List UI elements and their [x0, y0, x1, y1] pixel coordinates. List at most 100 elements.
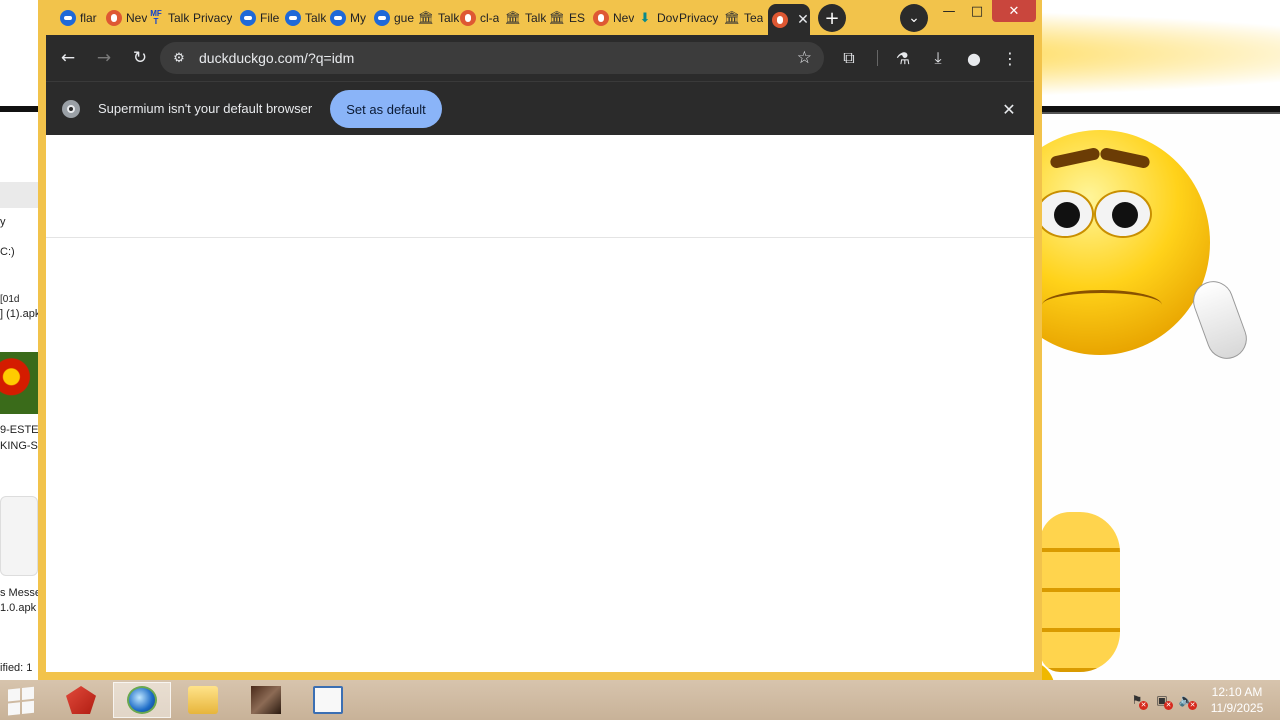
explorer-file-name[interactable]: 1.0.apk	[0, 602, 36, 614]
tab-title: ES	[569, 11, 586, 25]
download-icon: ⬇	[639, 10, 651, 26]
browser-tab[interactable]: File	[240, 6, 284, 30]
tab-title: File	[260, 11, 280, 25]
wallpaper-divider-thin	[1040, 112, 1280, 114]
taskbar-app-document[interactable]	[299, 682, 357, 718]
bookmark-star-icon[interactable]: ☆	[797, 48, 812, 68]
tab-title: Talk	[168, 11, 190, 25]
explorer-file-name[interactable]: 9-ESTEE	[0, 424, 39, 436]
browser-tab[interactable]: ⬇ Dov	[637, 6, 681, 30]
tab-title: gue	[394, 11, 415, 25]
tab-title: Nev	[613, 11, 635, 25]
new-tab-button[interactable]: +	[818, 4, 846, 32]
tab-title: Talk	[438, 11, 460, 25]
window-close-button[interactable]: ✕	[992, 0, 1036, 22]
browser-tab[interactable]: 🏛 Talk	[418, 6, 462, 30]
site-info-icon[interactable]: ⚙	[170, 49, 188, 67]
tab-search-button[interactable]: ⌄	[900, 4, 928, 32]
start-button[interactable]	[8, 686, 36, 716]
browser-tab[interactable]: Privacy	[679, 6, 723, 30]
default-browser-infobar: Supermium isn't your default browser Set…	[46, 81, 1034, 135]
emoji-brow	[1049, 146, 1101, 170]
wikipedia-icon: 🏛	[549, 10, 566, 26]
folder-icon	[188, 686, 218, 714]
tab-title: cl-a	[480, 11, 500, 25]
menu-icon[interactable]: ⋮	[996, 44, 1024, 72]
tab-close-icon[interactable]: ✕	[796, 11, 810, 28]
gear-app-icon	[66, 686, 96, 714]
tab-title: Talk	[525, 11, 547, 25]
browser-tab[interactable]: flar	[60, 6, 104, 30]
taskbar-app-file-explorer[interactable]	[174, 682, 232, 718]
explorer-drive-label[interactable]: C:)	[0, 246, 15, 258]
tab-title: Dov	[657, 11, 679, 25]
emoji-eye	[1036, 190, 1094, 238]
tab-title: Tea	[744, 11, 764, 25]
tab-title: Nev	[126, 11, 148, 25]
taskbar-app-gear[interactable]	[52, 682, 110, 718]
taskbar-clock[interactable]: 12:10 AM 11/9/2025	[1202, 684, 1272, 716]
browser-tab[interactable]: Nev	[106, 6, 150, 30]
tab-title: flar	[80, 11, 97, 25]
browser-tab[interactable]: 🏛 ES	[549, 6, 593, 30]
explorer-file-name[interactable]: KING-SU	[0, 440, 39, 452]
network-icon[interactable]: ▣ ✕	[1153, 692, 1173, 710]
duckduckgo-red-icon	[593, 10, 609, 26]
downloads-icon[interactable]: ⤓	[924, 44, 952, 72]
browser-tab[interactable]: Privacy	[193, 6, 237, 30]
taskbar-app-photo[interactable]	[237, 682, 295, 718]
explorer-text: [01d	[0, 294, 20, 305]
duckduckgo-icon	[374, 10, 390, 26]
address-bar[interactable]: ⚙ duckduckgo.com/?q=idm ☆	[160, 42, 824, 74]
tab-title: My	[350, 11, 366, 25]
labs-icon[interactable]: ⚗	[889, 44, 917, 72]
wikipedia-icon: 🏛	[724, 10, 741, 26]
file-thumbnail[interactable]	[0, 496, 38, 576]
infobar-message: Supermium isn't your default browser	[98, 101, 313, 116]
mf-icon: MF T	[150, 9, 162, 26]
emoji-eye	[1094, 190, 1152, 238]
flower-thumbnail[interactable]	[0, 352, 38, 414]
clock-date: 11/9/2025	[1210, 701, 1264, 715]
browser-tab[interactable]: gue	[374, 6, 418, 30]
profile-icon[interactable]: ●	[960, 44, 988, 72]
duckduckgo-red-icon	[460, 10, 476, 26]
volume-icon[interactable]: 🔈 ✕	[1177, 692, 1197, 710]
reload-button[interactable]: ↻	[126, 44, 154, 72]
browser-tab[interactable]: 🏛 Tea	[724, 6, 770, 30]
duckduckgo-icon	[330, 10, 346, 26]
document-app-icon	[313, 686, 343, 714]
browser-window: flar Nev MF T Talk Privacy File Talk My g…	[38, 0, 1042, 680]
browser-tab[interactable]: MF T Talk	[148, 6, 196, 30]
emoji-brow	[1099, 146, 1151, 170]
tab-title: Privacy	[679, 11, 719, 25]
tab-title: Talk	[305, 11, 327, 25]
explorer-text: y	[0, 216, 6, 228]
back-button[interactable]: ←	[54, 44, 82, 72]
explorer-address-bar	[0, 182, 39, 208]
active-browser-tab[interactable]: ✕	[768, 4, 810, 35]
forward-button[interactable]: →	[90, 44, 118, 72]
explorer-file-name[interactable]: ] (1).apk	[0, 308, 39, 320]
page-content	[46, 135, 1034, 672]
extensions-icon[interactable]: ⧉	[835, 44, 863, 72]
browser-tab[interactable]: 🏛 Talk	[505, 6, 549, 30]
browser-tab[interactable]: Talk	[285, 6, 329, 30]
toolbar-separator	[877, 50, 878, 66]
url-text[interactable]: duckduckgo.com/?q=idm	[199, 50, 354, 66]
set-as-default-button[interactable]: Set as default	[330, 90, 442, 128]
taskbar-app-browser[interactable]	[113, 682, 171, 718]
browser-toolbar: ← → ↻ ⚙ duckduckgo.com/?q=idm ☆ ⧉ ⚗ ⤓ ● …	[46, 35, 1034, 81]
action-center-icon[interactable]: ⚑ ✕	[1128, 692, 1148, 710]
explorer-file-name[interactable]: s Messe	[0, 587, 39, 599]
browser-tab[interactable]: My	[330, 6, 374, 30]
browser-tab[interactable]: Nev	[593, 6, 637, 30]
maximize-button[interactable]: □	[964, 0, 990, 22]
page-header-divider	[46, 237, 1034, 238]
emoji-thumb-image	[1040, 512, 1120, 672]
browser-tab[interactable]: cl-a	[460, 6, 504, 30]
minimize-button[interactable]: —	[936, 0, 962, 22]
file-explorer-window: y C:) [01d ] (1).apk 9-ESTEE KING-SU s M…	[0, 112, 40, 680]
wikipedia-icon: 🏛	[505, 10, 522, 26]
infobar-close-icon[interactable]: ✕	[998, 98, 1020, 120]
